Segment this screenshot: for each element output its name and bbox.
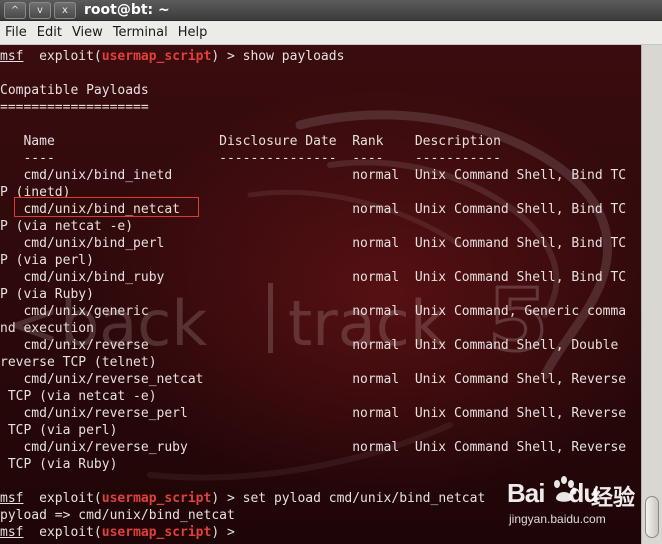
output-line: cmd/unix/reverse_ruby normal Unix Comman… xyxy=(0,440,627,455)
scrollbar-thumb[interactable] xyxy=(645,496,659,538)
output-line: nd execution xyxy=(0,321,94,336)
highlight-box-bind-netcat xyxy=(14,197,199,217)
prompt-suffix: ) > xyxy=(211,525,243,540)
command-text: set pyload cmd/unix/bind_netcat xyxy=(242,491,486,506)
output-line: reverse TCP (telnet) xyxy=(0,355,157,370)
output-line: TCP (via perl) xyxy=(0,423,118,438)
output-line: cmd/unix/bind_perl normal Unix Command S… xyxy=(0,236,627,251)
prompt-line: msf exploit(usermap_script) > show paylo… xyxy=(0,48,626,65)
output-line: =================== xyxy=(0,100,149,115)
output-line: TCP (via netcat -e) xyxy=(0,389,157,404)
minimize-icon[interactable]: v xyxy=(29,1,51,19)
terminal-scrollbar[interactable] xyxy=(641,45,662,544)
baidu-watermark: Bai du 经验 jingyan.baidu.com xyxy=(505,474,640,534)
prompt-suffix: ) > xyxy=(211,49,243,64)
msf-prompt: msf xyxy=(0,525,24,540)
prompt-prefix: exploit( xyxy=(23,491,102,506)
output-line: Name Disclosure Date Rank Description xyxy=(0,134,501,149)
menu-edit[interactable]: Edit xyxy=(32,25,67,40)
output-line: cmd/unix/generic normal Unix Command, Ge… xyxy=(0,304,627,319)
output-line: cmd/unix/reverse_perl normal Unix Comman… xyxy=(0,406,627,421)
output-line: Compatible Payloads xyxy=(0,83,149,98)
output-line: P (via perl) xyxy=(0,253,94,268)
paw-icon xyxy=(554,476,577,502)
menu-file[interactable]: File xyxy=(0,25,32,40)
output-line: cmd/unix/reverse normal Unix Command She… xyxy=(0,338,619,353)
prompt-prefix: exploit( xyxy=(23,525,102,540)
msf-prompt: msf xyxy=(0,491,24,506)
output-line: cmd/unix/bind_ruby normal Unix Command S… xyxy=(0,270,627,285)
menu-view[interactable]: View xyxy=(67,25,108,40)
output-line: P (via netcat -e) xyxy=(0,219,134,234)
menu-terminal[interactable]: Terminal xyxy=(108,25,173,40)
msf-prompt: msf xyxy=(0,49,24,64)
terminal-lines: msf exploit(usermap_script) > show paylo… xyxy=(0,48,626,541)
terminal-output[interactable]: <back track 5 msf exploit(usermap_script… xyxy=(0,45,641,544)
close-icon[interactable]: x xyxy=(54,1,76,19)
window-title: root@bt: ~ xyxy=(84,2,170,18)
output-line: ---- --------------- ---- ----------- xyxy=(0,151,501,166)
output-line: cmd/unix/reverse_netcat normal Unix Comm… xyxy=(0,372,627,387)
exploit-module-name: usermap_script xyxy=(101,49,212,64)
baidu-jingyan-text: 经验 xyxy=(591,486,636,511)
prompt-prefix: exploit( xyxy=(23,49,102,64)
output-line: TCP (via Ruby) xyxy=(0,457,118,472)
menu-help[interactable]: Help xyxy=(173,25,213,40)
maximize-icon[interactable]: ^ xyxy=(4,1,26,19)
command-text: show payloads xyxy=(242,49,345,64)
prompt-suffix: ) > xyxy=(211,491,243,506)
baidu-url: jingyan.baidu.com xyxy=(509,512,606,526)
exploit-module-name: usermap_script xyxy=(101,525,212,540)
menu-bar: File Edit View Terminal Help xyxy=(0,21,662,45)
exploit-module-name: usermap_script xyxy=(101,491,212,506)
output-line: P (via Ruby) xyxy=(0,287,94,302)
window-titlebar[interactable]: ^ v x root@bt: ~ xyxy=(0,0,662,21)
output-line: cmd/unix/bind_inetd normal Unix Command … xyxy=(0,168,627,183)
